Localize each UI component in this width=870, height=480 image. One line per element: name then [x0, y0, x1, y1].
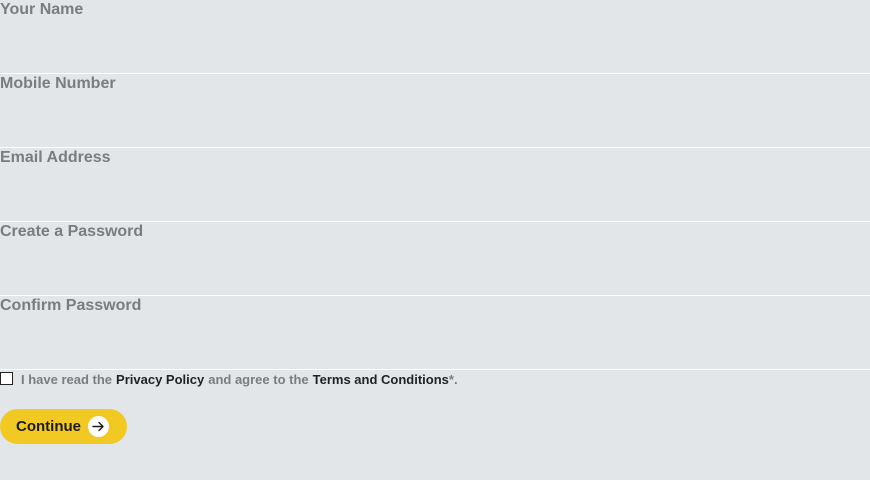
name-input[interactable] — [0, 22, 860, 62]
continue-button[interactable]: Continue — [0, 409, 127, 444]
confirm-password-input[interactable] — [0, 318, 860, 358]
create-password-input[interactable] — [0, 244, 860, 284]
mobile-field: Mobile Number — [0, 74, 870, 148]
terms-link[interactable]: Terms and Conditions — [313, 372, 449, 387]
mobile-input[interactable] — [0, 96, 860, 136]
consent-row: I have read the Privacy Policy and agree… — [0, 370, 458, 388]
email-field: Email Address — [0, 148, 870, 222]
consent-checkbox[interactable] — [0, 371, 13, 385]
name-label: Your Name — [0, 1, 84, 18]
email-input[interactable] — [0, 170, 860, 210]
create-password-field: Create a Password — [0, 222, 870, 296]
arrow-right-icon — [88, 416, 109, 437]
mobile-label: Mobile Number — [0, 75, 116, 92]
confirm-password-label: Confirm Password — [0, 297, 142, 314]
required-mark: *. — [448, 371, 458, 387]
continue-label: Continue — [16, 418, 81, 435]
consent-text-before: I have read the — [21, 371, 113, 387]
privacy-policy-link[interactable]: Privacy Policy — [116, 372, 204, 387]
consent-text-middle: and agree to the — [208, 371, 309, 387]
email-label: Email Address — [0, 149, 111, 166]
signup-form: Your Name Mobile Number Email Address Cr… — [0, 0, 870, 370]
confirm-password-field: Confirm Password — [0, 296, 870, 370]
create-password-label: Create a Password — [0, 223, 144, 240]
name-field: Your Name — [0, 0, 870, 74]
